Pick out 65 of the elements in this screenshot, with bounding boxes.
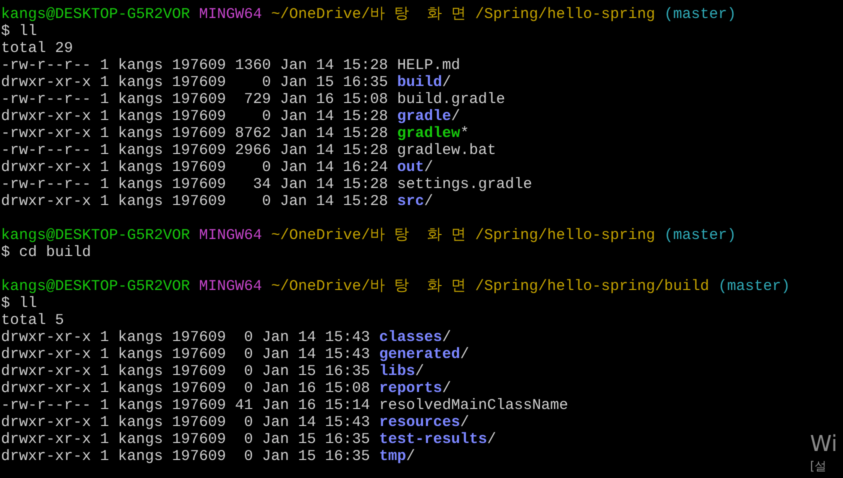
output-text: total 5 — [1, 312, 64, 329]
file-details: drwxr-xr-x 1 kangs 197609 0 Jan 14 15:28 — [1, 108, 388, 125]
prompt-branch: (master) — [664, 6, 736, 23]
directory-name: src — [397, 193, 424, 210]
prompt-user-host: kangs@DESKTOP-G5R2VOR — [1, 6, 190, 23]
file-details: drwxr-xr-x 1 kangs 197609 0 Jan 14 15:43 — [1, 329, 370, 346]
prompt-path: ~/OneDrive/바 탕 화 면 /Spring/hello-spring — [271, 227, 656, 244]
file-details: -rw-r--r-- 1 kangs 197609 729 Jan 16 15:08 — [1, 91, 388, 108]
prompt-path: ~/OneDrive/바 탕 화 면 /Spring/hello-spring/build — [271, 278, 710, 295]
file-details: drwxr-xr-x 1 kangs 197609 0 Jan 14 16:24 — [1, 159, 388, 176]
directory-name: tmp — [379, 448, 406, 465]
file-name: settings.gradle — [397, 176, 532, 193]
prompt-shell: MINGW64 — [199, 6, 262, 23]
type-marker: / — [424, 159, 434, 176]
type-marker: / — [451, 108, 460, 125]
prompt-user-host: kangs@DESKTOP-G5R2VOR — [1, 227, 190, 244]
file-details: drwxr-xr-x 1 kangs 197609 0 Jan 14 15:43 — [1, 346, 370, 363]
type-marker: / — [442, 380, 452, 397]
type-marker: / — [415, 363, 424, 380]
notice-title: Wi — [810, 432, 838, 458]
type-marker: / — [460, 414, 470, 431]
file-details: drwxr-xr-x 1 kangs 197609 0 Jan 15 16:35 — [1, 448, 370, 465]
type-marker: / — [442, 74, 452, 91]
type-marker: / — [424, 193, 434, 210]
output-text: total 29 — [1, 40, 74, 57]
command-text: $ ll — [1, 295, 38, 312]
file-details: -rw-r--r-- 1 kangs 197609 41 Jan 16 15:14 — [1, 397, 370, 414]
type-marker: / — [460, 346, 470, 363]
prompt-branch: (master) — [718, 278, 790, 295]
file-details: drwxr-xr-x 1 kangs 197609 0 Jan 15 16:35 — [1, 363, 370, 380]
file-details: drwxr-xr-x 1 kangs 197609 0 Jan 15 16:35 — [1, 431, 370, 448]
type-marker: / — [442, 329, 452, 346]
file-details: drwxr-xr-x 1 kangs 197609 0 Jan 14 15:28 — [1, 193, 388, 210]
directory-name: classes — [379, 329, 442, 346]
file-details: drwxr-xr-x 1 kangs 197609 0 Jan 15 16:35 — [1, 74, 388, 91]
command-text: $ cd build — [1, 244, 92, 261]
file-details: -rw-r--r-- 1 kangs 197609 1360 Jan 14 15:28 — [1, 57, 388, 74]
executable-name: gradlew — [397, 125, 460, 142]
directory-name: out — [397, 159, 424, 176]
directory-name: test-results — [379, 431, 488, 448]
file-details: drwxr-xr-x 1 kangs 197609 0 Jan 14 15:43 — [1, 414, 370, 431]
directory-name: resources — [379, 414, 460, 431]
type-marker: / — [406, 448, 416, 465]
file-details: -rw-r--r-- 1 kangs 197609 34 Jan 14 15:28 — [1, 176, 388, 193]
directory-name: reports — [379, 380, 442, 397]
type-marker: * — [460, 125, 470, 142]
directory-name: build — [397, 74, 442, 91]
notice-subtitle: [설 — [810, 458, 828, 474]
type-marker: / — [487, 431, 496, 448]
directory-name: gradle — [397, 108, 452, 125]
command-text: $ ll — [1, 23, 38, 40]
file-details: -rwxr-xr-x 1 kangs 197609 8762 Jan 14 15:28 — [1, 125, 388, 142]
file-details: drwxr-xr-x 1 kangs 197609 0 Jan 16 15:08 — [1, 380, 370, 397]
directory-name: generated — [379, 346, 460, 363]
file-details: -rw-r--r-- 1 kangs 197609 2966 Jan 14 15:28 — [1, 142, 388, 159]
file-name: HELP.md — [397, 57, 460, 74]
prompt-branch: (master) — [664, 227, 736, 244]
prompt-path: ~/OneDrive/바 탕 화 면 /Spring/hello-spring — [271, 6, 656, 23]
file-name: gradlew.bat — [397, 142, 496, 159]
prompt-user-host: kangs@DESKTOP-G5R2VOR — [1, 278, 190, 295]
file-name: build.gradle — [397, 91, 506, 108]
prompt-shell: MINGW64 — [199, 227, 262, 244]
directory-name: libs — [379, 363, 416, 380]
prompt-shell: MINGW64 — [199, 278, 262, 295]
file-name: resolvedMainClassName — [379, 397, 568, 414]
